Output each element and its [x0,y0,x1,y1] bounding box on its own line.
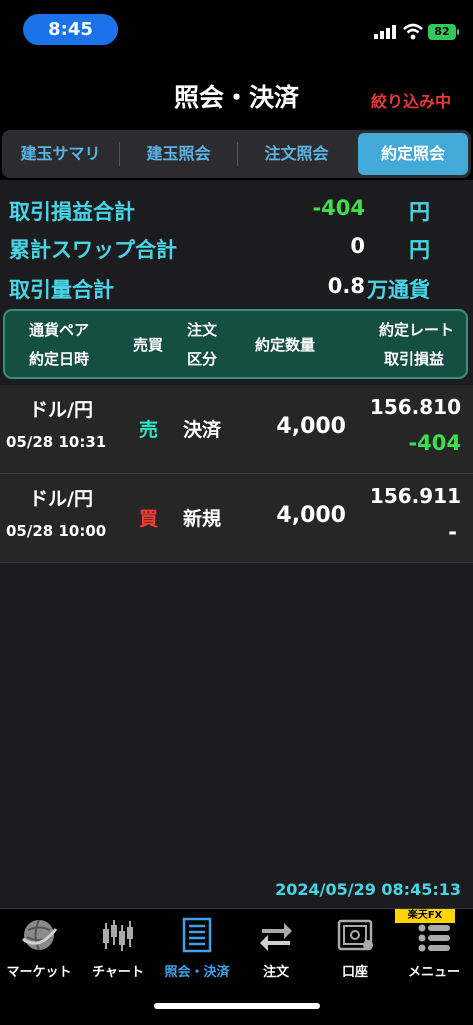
summary-swap-value: 0 [350,234,365,258]
row-date: 05/28 10:00 [6,522,107,540]
nav-inquiry-settlement[interactable]: 照会・決済 [158,909,236,989]
column-header-date: 約定日時 [29,350,90,368]
row-rate: 156.911 [369,484,461,508]
table-row[interactable]: ドル/円 05/28 10:31 売 決済 4,000 156.810 -404 [0,385,473,474]
page-header: 照会・決済 絞り込み中 [0,60,473,128]
nav-label: 注文 [262,965,289,980]
globe-icon [22,919,58,951]
summary-volume-unit: 万通貨 [367,278,430,302]
summary-pl-unit: 円 [409,200,430,224]
column-header-rate: 約定レート [378,321,454,339]
home-indicator[interactable] [154,1003,320,1009]
menu-icon [418,924,450,952]
column-header-pl: 取引損益 [383,350,444,368]
column-header-pair: 通貨ペア [29,321,90,339]
status-time: 8:45 [23,14,118,45]
row-date: 05/28 10:31 [6,433,107,451]
row-qty: 4,000 [276,503,346,528]
nav-order[interactable]: 注文 [237,909,315,989]
tab-order-inquiry[interactable]: 注文照会 [238,130,355,178]
tab-position-inquiry[interactable]: 建玉照会 [120,130,237,178]
order-arrows-icon [260,923,292,951]
nav-label: チャート [92,965,144,980]
row-side-buy: 買 [139,508,159,530]
nav-label: 照会・決済 [164,965,230,980]
row-pl: - [448,520,457,544]
candlestick-icon [103,920,133,951]
column-header-qty: 約定数量 [255,336,316,354]
row-side-sell: 売 [139,419,159,441]
summary-pl-row: 取引損益合計 -404 円 [0,192,473,228]
document-list-icon [182,917,212,953]
summary-pl-value: -404 [312,196,365,220]
nav-menu[interactable]: メニュー [395,909,473,989]
segment-tabbar: 建玉サマリ 建玉照会 注文照会 約定照会 [2,130,471,178]
table-column-header: 通貨ペア 約定日時 売買 注文 区分 約定数量 約定レート 取引損益 [3,309,468,379]
summary-pl-label: 取引損益合計 [9,200,135,224]
summary-swap-label: 累計スワップ合計 [9,238,177,262]
nav-label: 口座 [341,965,368,980]
nav-account[interactable]: 口座 [316,909,394,989]
row-order-type: 決済 [183,419,222,441]
table-row[interactable]: ドル/円 05/28 10:00 買 新規 4,000 156.911 - [0,474,473,563]
summary-volume-row: 取引量合計 0.8 万通貨 [0,270,473,306]
row-order-type: 新規 [183,508,222,530]
row-pair: ドル/円 [29,399,93,421]
summary-swap-row: 累計スワップ合計 0 円 [0,230,473,266]
update-timestamp: 2024/05/29 08:45:13 [275,880,461,899]
safe-icon [337,919,373,951]
segment-tabs: 建玉サマリ 建玉照会 注文照会 約定照会 [0,128,473,180]
row-rate: 156.810 [369,395,461,419]
nav-market[interactable]: マーケット [0,909,78,989]
row-qty: 4,000 [276,414,346,439]
summary-volume-value: 0.8 [327,274,365,298]
summary-volume-label: 取引量合計 [9,278,114,302]
nav-chart[interactable]: チャート [79,909,157,989]
battery-icon [457,29,459,35]
filter-active-button[interactable]: 絞り込み中 [371,88,451,112]
tab-execution-inquiry[interactable]: 約定照会 [358,133,468,175]
nav-label: マーケット [6,965,72,980]
column-header-side: 売買 [133,336,164,354]
row-pair: ドル/円 [29,488,93,510]
tab-position-summary[interactable]: 建玉サマリ [2,130,119,178]
row-pl: -404 [408,431,461,455]
summary-swap-unit: 円 [409,238,430,262]
cellular-signal-icon [374,25,396,39]
battery-level: 82 [428,24,456,40]
status-bar: 8:45 82 [0,0,473,60]
column-header-type-top: 注文 [187,321,218,339]
wifi-icon [403,23,423,40]
column-header-type-bottom: 区分 [187,350,218,368]
nav-label: メニュー [407,965,460,980]
